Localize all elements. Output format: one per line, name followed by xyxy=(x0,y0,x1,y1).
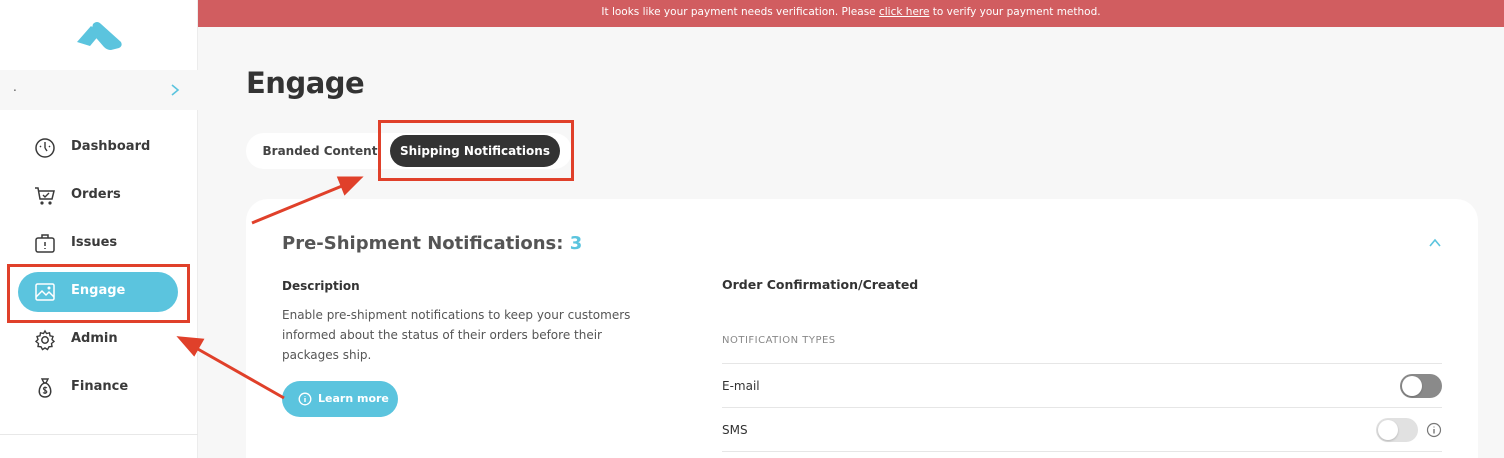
banner-text-before: It looks like your payment needs verific… xyxy=(601,6,879,18)
page-title: Engage xyxy=(246,66,365,100)
tab-branded-content[interactable]: Branded Content xyxy=(256,135,384,167)
sidebar-item-label: Admin xyxy=(71,331,118,346)
card-title: Pre-Shipment Notifications: 3 xyxy=(282,233,582,254)
notification-types-label: NOTIFICATION TYPES xyxy=(722,335,836,346)
sidebar-item-label: Issues xyxy=(71,235,118,250)
divider xyxy=(722,407,1442,408)
info-icon[interactable] xyxy=(1426,422,1442,438)
toggle-knob xyxy=(1378,420,1398,440)
sidebar-item-issues[interactable]: Issues xyxy=(18,224,178,264)
email-type-label: E-mail xyxy=(722,379,760,393)
banner-text-after: to verify your payment method. xyxy=(929,6,1101,18)
sms-type-label: SMS xyxy=(722,423,748,437)
sms-toggle[interactable] xyxy=(1376,418,1418,442)
learn-more-label: Learn more xyxy=(318,392,389,405)
sidebar-item-finance[interactable]: Finance xyxy=(18,368,178,408)
cart-icon xyxy=(35,187,55,205)
sidebar-item-admin[interactable]: Admin xyxy=(18,320,178,360)
money-bag-icon xyxy=(38,378,52,398)
sidebar-item-label: Orders xyxy=(71,187,121,202)
verify-payment-link[interactable]: click here xyxy=(879,6,929,18)
sidebar-item-label: Finance xyxy=(71,379,129,394)
sidebar-item-dashboard[interactable]: Dashboard xyxy=(18,128,178,168)
divider xyxy=(722,451,1442,452)
sidebar-divider xyxy=(0,434,198,435)
payment-warning-banner: It looks like your payment needs verific… xyxy=(198,0,1504,27)
dashboard-gauge-icon xyxy=(35,138,55,158)
sidebar: . Dashboard Orders Issues Engage Admin F… xyxy=(0,0,198,458)
account-switcher[interactable]: . xyxy=(0,70,198,110)
card-title-text: Pre-Shipment Notifications: xyxy=(282,233,564,254)
issues-icon xyxy=(35,234,55,253)
annotation-box-engage xyxy=(7,264,190,323)
learn-more-button[interactable]: Learn more xyxy=(282,381,398,417)
email-toggle[interactable] xyxy=(1400,374,1442,398)
sidebar-item-label: Dashboard xyxy=(71,139,151,154)
divider xyxy=(722,363,1442,364)
pre-shipment-card: Pre-Shipment Notifications: 3 Descriptio… xyxy=(246,199,1478,458)
chevron-up-icon[interactable] xyxy=(1428,237,1442,249)
gear-icon xyxy=(34,329,56,351)
annotation-box-shipping-tab xyxy=(378,120,574,181)
description-heading: Description xyxy=(282,279,360,293)
account-name: . xyxy=(13,80,17,94)
logo-icon[interactable] xyxy=(73,20,125,50)
notification-count: 3 xyxy=(569,233,583,254)
chevron-right-icon xyxy=(171,84,180,96)
description-text: Enable pre-shipment notifications to kee… xyxy=(282,308,631,362)
toggle-knob xyxy=(1402,376,1422,396)
order-confirmation-heading: Order Confirmation/Created xyxy=(722,277,919,292)
info-icon xyxy=(298,392,312,406)
sidebar-item-orders[interactable]: Orders xyxy=(18,176,178,216)
